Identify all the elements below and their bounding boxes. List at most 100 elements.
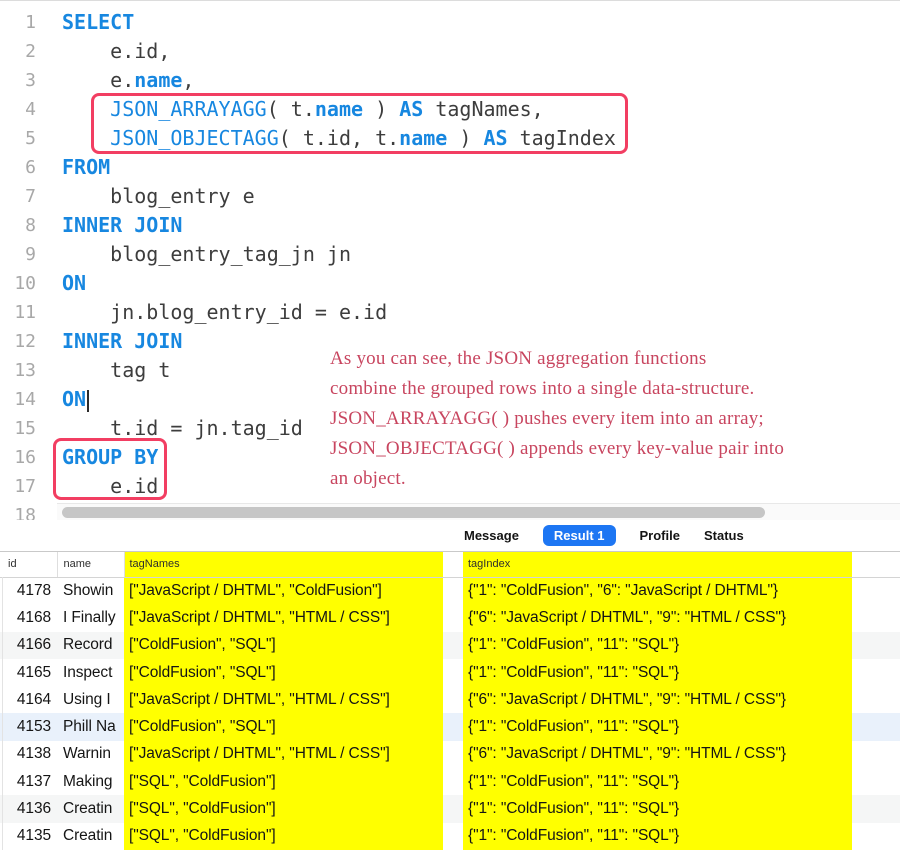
cell-tagindex[interactable]: {"1": "ColdFusion", "11": "SQL"} xyxy=(463,713,852,740)
sql-editor[interactable]: 1SELECT2 e.id,3 e.name,4 JSON_ARRAYAGG( … xyxy=(0,0,900,520)
cell-tagindex[interactable]: {"6": "JavaScript / DHTML", "9": "HTML /… xyxy=(463,604,852,631)
cell-name[interactable]: Phill Na xyxy=(57,713,124,740)
column-header-tagnames[interactable]: tagNames xyxy=(124,552,443,577)
line-number: 3 xyxy=(0,66,36,95)
cell-tagindex[interactable]: {"1": "ColdFusion", "6": "JavaScript / D… xyxy=(463,577,852,604)
cell-tagnames[interactable]: ["SQL", "ColdFusion"] xyxy=(124,768,443,795)
tab-message[interactable]: Message xyxy=(464,528,519,543)
cell-tagindex[interactable]: {"1": "ColdFusion", "11": "SQL"} xyxy=(463,659,852,686)
code-line[interactable]: 8INNER JOIN xyxy=(0,211,900,240)
horizontal-scrollbar[interactable] xyxy=(57,503,900,520)
cell-tagindex[interactable]: {"1": "ColdFusion", "11": "SQL"} xyxy=(463,823,852,850)
cell-tagindex[interactable]: {"6": "JavaScript / DHTML", "9": "HTML /… xyxy=(463,686,852,713)
cell-tagnames[interactable]: ["JavaScript / DHTML", "ColdFusion"] xyxy=(124,577,443,604)
cell-filler xyxy=(852,604,900,631)
cell-spacer xyxy=(443,686,463,713)
cell-id[interactable]: 4178 xyxy=(0,577,57,604)
tab-status[interactable]: Status xyxy=(704,528,744,543)
cell-tagindex[interactable]: {"1": "ColdFusion", "11": "SQL"} xyxy=(463,795,852,822)
cell-tagindex[interactable]: {"1": "ColdFusion", "11": "SQL"} xyxy=(463,768,852,795)
table-row[interactable]: 4138Warnin["JavaScript / DHTML", "HTML /… xyxy=(0,741,900,768)
code-line[interactable]: 9 blog_entry_tag_jn jn xyxy=(0,240,900,269)
table-row[interactable]: 4135Creatin["SQL", "ColdFusion"] {"1": "C… xyxy=(0,823,900,850)
tab-result-1[interactable]: Result 1 xyxy=(543,525,616,546)
cell-id[interactable]: 4137 xyxy=(0,768,57,795)
table-row[interactable]: 4178Showin["JavaScript / DHTML", "ColdFu… xyxy=(0,577,900,604)
cell-id[interactable]: 4168 xyxy=(0,604,57,631)
cell-name[interactable]: Record xyxy=(57,632,124,659)
code-line[interactable]: 10ON xyxy=(0,269,900,298)
table-row[interactable]: 4168I Finally["JavaScript / DHTML", "HTM… xyxy=(0,604,900,631)
table-left-edge xyxy=(2,577,3,850)
cell-tagnames[interactable]: ["SQL", "ColdFusion"] xyxy=(124,795,443,822)
cell-name[interactable]: Warnin xyxy=(57,741,124,768)
text-cursor xyxy=(87,390,89,412)
results-panel: idnametagNamestagIndex 4178Showin["JavaS… xyxy=(0,552,900,850)
code-line[interactable]: 7 blog_entry e xyxy=(0,182,900,211)
code-text: e.name, xyxy=(36,66,194,95)
tab-profile[interactable]: Profile xyxy=(640,528,680,543)
line-number: 13 xyxy=(0,356,36,385)
cell-spacer xyxy=(443,577,463,604)
cell-tagnames[interactable]: ["JavaScript / DHTML", "HTML / CSS"] xyxy=(124,741,443,768)
column-header-name[interactable]: name xyxy=(57,552,124,577)
code-line[interactable]: 6FROM xyxy=(0,153,900,182)
line-number: 4 xyxy=(0,95,36,124)
cell-name[interactable]: Creatin xyxy=(57,823,124,850)
table-header-row: idnametagNames tagIndex xyxy=(0,552,900,577)
code-line[interactable]: 2 e.id, xyxy=(0,37,900,66)
cell-id[interactable]: 4153 xyxy=(0,713,57,740)
line-number: 1 xyxy=(0,8,36,37)
table-row[interactable]: 4164Using I["JavaScript / DHTML", "HTML … xyxy=(0,686,900,713)
table-row[interactable]: 4166Record["ColdFusion", "SQL"] {"1": "Co… xyxy=(0,632,900,659)
line-number: 9 xyxy=(0,240,36,269)
cell-spacer xyxy=(443,768,463,795)
scrollbar-thumb[interactable] xyxy=(62,507,765,518)
cell-tagindex[interactable]: {"6": "JavaScript / DHTML", "9": "HTML /… xyxy=(463,741,852,768)
table-row[interactable]: 4165Inspect["ColdFusion", "SQL"] {"1": "C… xyxy=(0,659,900,686)
line-number: 8 xyxy=(0,211,36,240)
cell-tagnames[interactable]: ["SQL", "ColdFusion"] xyxy=(124,823,443,850)
cell-filler xyxy=(852,741,900,768)
cell-tagnames[interactable]: ["ColdFusion", "SQL"] xyxy=(124,659,443,686)
cell-filler xyxy=(852,823,900,850)
cell-tagnames[interactable]: ["JavaScript / DHTML", "HTML / CSS"] xyxy=(124,604,443,631)
cell-tagindex[interactable]: {"1": "ColdFusion", "11": "SQL"} xyxy=(463,632,852,659)
line-number: 17 xyxy=(0,472,36,501)
table-row[interactable]: 4136Creatin["SQL", "ColdFusion"] {"1": "C… xyxy=(0,795,900,822)
cell-name[interactable]: Using I xyxy=(57,686,124,713)
cell-filler xyxy=(852,659,900,686)
cell-name[interactable]: I Finally xyxy=(57,604,124,631)
column-header-tagindex[interactable]: tagIndex xyxy=(463,552,852,577)
cell-id[interactable]: 4135 xyxy=(0,823,57,850)
cell-spacer xyxy=(443,713,463,740)
column-header-id[interactable]: id xyxy=(0,552,57,577)
cell-name[interactable]: Making xyxy=(57,768,124,795)
cell-tagnames[interactable]: ["ColdFusion", "SQL"] xyxy=(124,632,443,659)
cell-id[interactable]: 4136 xyxy=(0,795,57,822)
line-number: 7 xyxy=(0,182,36,211)
cell-id[interactable]: 4165 xyxy=(0,659,57,686)
line-number: 2 xyxy=(0,37,36,66)
cell-tagnames[interactable]: ["ColdFusion", "SQL"] xyxy=(124,713,443,740)
cell-spacer xyxy=(443,741,463,768)
code-line[interactable]: 11 jn.blog_entry_id = e.id xyxy=(0,298,900,327)
line-number: 11 xyxy=(0,298,36,327)
table-row[interactable]: 4137Making["SQL", "ColdFusion"] {"1": "Co… xyxy=(0,768,900,795)
column-header-spacer xyxy=(443,552,463,577)
cell-name[interactable]: Creatin xyxy=(57,795,124,822)
code-text: SELECT xyxy=(36,8,134,37)
cell-id[interactable]: 4166 xyxy=(0,632,57,659)
line-number: 10 xyxy=(0,269,36,298)
code-line[interactable]: 3 e.name, xyxy=(0,66,900,95)
cell-id[interactable]: 4138 xyxy=(0,741,57,768)
cell-spacer xyxy=(443,632,463,659)
table-row[interactable]: 4153Phill Na["ColdFusion", "SQL"] {"1": "… xyxy=(0,713,900,740)
code-line[interactable]: 1SELECT xyxy=(0,8,900,37)
cell-id[interactable]: 4164 xyxy=(0,686,57,713)
cell-tagnames[interactable]: ["JavaScript / DHTML", "HTML / CSS"] xyxy=(124,686,443,713)
line-number: 16 xyxy=(0,443,36,472)
cell-name[interactable]: Inspect xyxy=(57,659,124,686)
cell-name[interactable]: Showin xyxy=(57,577,124,604)
column-header-spacer xyxy=(852,552,900,577)
